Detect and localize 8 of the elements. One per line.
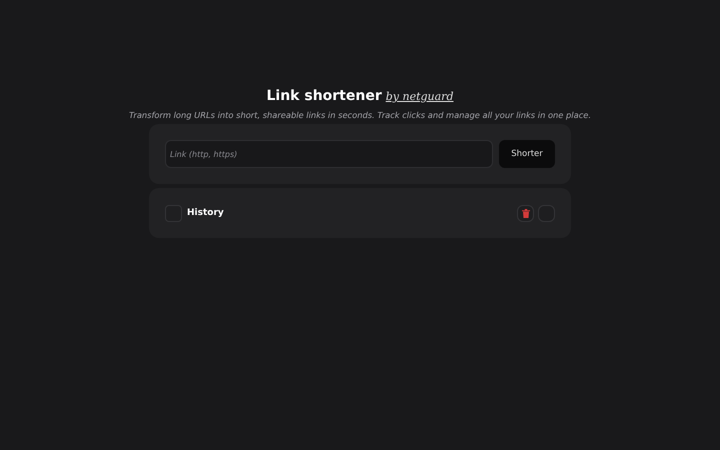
page-title: Link shortener — [266, 88, 382, 104]
delete-button[interactable] — [517, 204, 534, 222]
history-label: History — [187, 208, 224, 218]
shorten-button[interactable]: Shorter — [499, 140, 555, 168]
subtitle: Transform long URLs into short, shareable links in seconds. Track clicks and manage all your links in one place. — [129, 110, 591, 120]
link-input-field[interactable]: Link (http, https) — [165, 140, 493, 168]
byline: by netguard — [386, 90, 454, 103]
trash-icon — [522, 208, 530, 218]
